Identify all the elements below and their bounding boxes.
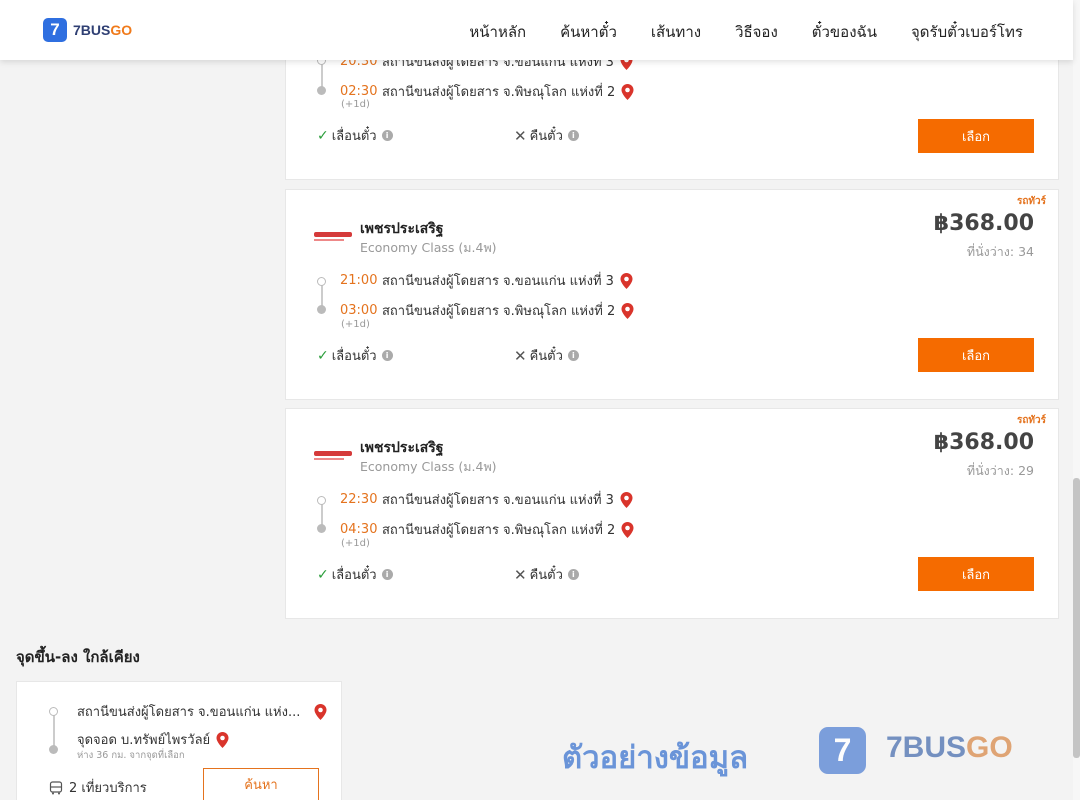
cross-icon: ✕ (514, 565, 527, 584)
info-icon[interactable]: i (567, 350, 579, 361)
operator-name: เพชรประเสริฐ (360, 440, 444, 456)
nav-ticket-points[interactable]: จุดรับตั๋วเบอร์โทร (911, 20, 1023, 44)
trip-count: 2 เที่ยวบริการ (49, 777, 147, 798)
next-day-label: (+1d) (341, 319, 370, 330)
watermark-logo-badge: 7 (819, 727, 866, 774)
option-refund-ticket: ✕ คืนตั๋ว i (514, 345, 579, 366)
scrollbar-thumb[interactable] (1073, 478, 1080, 758)
operator-logo (314, 232, 352, 244)
nav-home[interactable]: หน้าหลัก (469, 20, 526, 44)
logo-text: 7BUSGO (73, 22, 133, 38)
trip-card: รถทัวร์ เพชรประเสริฐ Economy Class (ม.4พ… (285, 189, 1059, 400)
operator-name: เพชรประเสริฐ (360, 221, 444, 237)
info-icon[interactable]: i (567, 130, 579, 141)
option-change-ticket: ✓ เลื่อนตั๋ว i (317, 564, 393, 585)
nav-my-tickets[interactable]: ตั๋วของฉัน (812, 20, 877, 44)
info-icon[interactable]: i (567, 569, 579, 580)
bus-class: Economy Class (ม.4พ) (360, 459, 497, 474)
next-day-label: (+1d) (341, 538, 370, 549)
logo-badge: 7 (43, 18, 67, 42)
arrive-stop: 02:30 สถานีขนส่งผู้โดยสาร จ.พิษณุโลก แห่… (340, 81, 634, 102)
bus-class: Economy Class (ม.4พ) (360, 240, 497, 255)
ticket-price: ฿368.00 (933, 430, 1034, 455)
map-pin-icon[interactable] (216, 731, 229, 748)
arrive-stop: 04:30 สถานีขนส่งผู้โดยสาร จ.พิษณุโลก แห่… (340, 519, 634, 540)
map-pin-icon[interactable] (621, 521, 634, 538)
select-trip-button[interactable]: เลือก (918, 338, 1034, 372)
operator-logo (314, 451, 352, 463)
available-seats: ที่นั่งว่าง: 34 (966, 244, 1034, 259)
nearby-search-button[interactable]: ค้นหา (203, 768, 319, 800)
map-pin-icon[interactable] (620, 491, 633, 508)
main-nav: หน้าหลัก ค้นหาตั๋ว เส้นทาง วิธีจอง ตั๋วข… (469, 20, 1023, 44)
select-trip-button[interactable]: เลือก (918, 557, 1034, 591)
trip-card: รถทัวร์ เพชรประเสริฐ Economy Class (ม.4พ… (285, 408, 1059, 619)
map-pin-icon[interactable] (314, 703, 327, 720)
available-seats: ที่นั่งว่าง: 29 (966, 463, 1034, 478)
ticket-price: ฿368.00 (933, 211, 1034, 236)
watermark-text: ตัวอย่างข้อมูล (562, 740, 749, 776)
site-logo[interactable]: 7 7BUSGO (43, 18, 132, 42)
nav-how-to-book[interactable]: วิธีจอง (735, 20, 778, 44)
option-change-ticket: ✓ เลื่อนตั๋ว i (317, 345, 393, 366)
top-header: 7 7BUSGO หน้าหลัก ค้นหาตั๋ว เส้นทาง วิธี… (0, 0, 1073, 60)
info-icon[interactable]: i (381, 350, 393, 361)
tour-badge: รถทัวร์ (1016, 415, 1046, 426)
watermark-logo: 7BUSGO (886, 731, 1013, 764)
nearby-from: สถานีขนส่งผู้โดยสาร จ.ขอนแก่น แห่ง... (77, 701, 327, 722)
arrive-stop: 03:00 สถานีขนส่งผู้โดยสาร จ.พิษณุโลก แห่… (340, 300, 634, 321)
option-refund-ticket: ✕ คืนตั๋ว i (514, 125, 579, 146)
nearby-stop-card: สถานีขนส่งผู้โดยสาร จ.ขอนแก่น แห่ง... จุ… (16, 681, 342, 800)
nearby-section-title: จุดขึ้น-ลง ใกล้เคียง (16, 648, 140, 666)
map-pin-icon[interactable] (620, 272, 633, 289)
info-icon[interactable]: i (381, 130, 393, 141)
option-refund-ticket: ✕ คืนตั๋ว i (514, 564, 579, 585)
nav-routes[interactable]: เส้นทาง (651, 20, 701, 44)
map-pin-icon[interactable] (621, 83, 634, 100)
cross-icon: ✕ (514, 346, 527, 365)
option-change-ticket: ✓ เลื่อนตั๋ว i (317, 125, 393, 146)
cross-icon: ✕ (514, 126, 527, 145)
info-icon[interactable]: i (381, 569, 393, 580)
check-icon: ✓ (317, 566, 329, 583)
depart-stop: 21:00 สถานีขนส่งผู้โดยสาร จ.ขอนแก่น แห่ง… (340, 270, 633, 291)
tour-badge: รถทัวร์ (1016, 196, 1046, 207)
check-icon: ✓ (317, 127, 329, 144)
select-trip-button[interactable]: เลือก (918, 119, 1034, 153)
next-day-label: (+1d) (341, 99, 370, 110)
depart-stop: 22:30 สถานีขนส่งผู้โดยสาร จ.ขอนแก่น แห่ง… (340, 489, 633, 510)
check-icon: ✓ (317, 347, 329, 364)
nearby-to: จุดจอด บ.ทรัพย์ไพรวัลย์ (77, 729, 229, 750)
nav-search-ticket[interactable]: ค้นหาตั๋ว (560, 20, 617, 44)
nearby-distance: ห่าง 36 กม. จากจุดที่เลือก (77, 750, 185, 761)
map-pin-icon[interactable] (621, 302, 634, 319)
bus-icon (49, 780, 63, 794)
